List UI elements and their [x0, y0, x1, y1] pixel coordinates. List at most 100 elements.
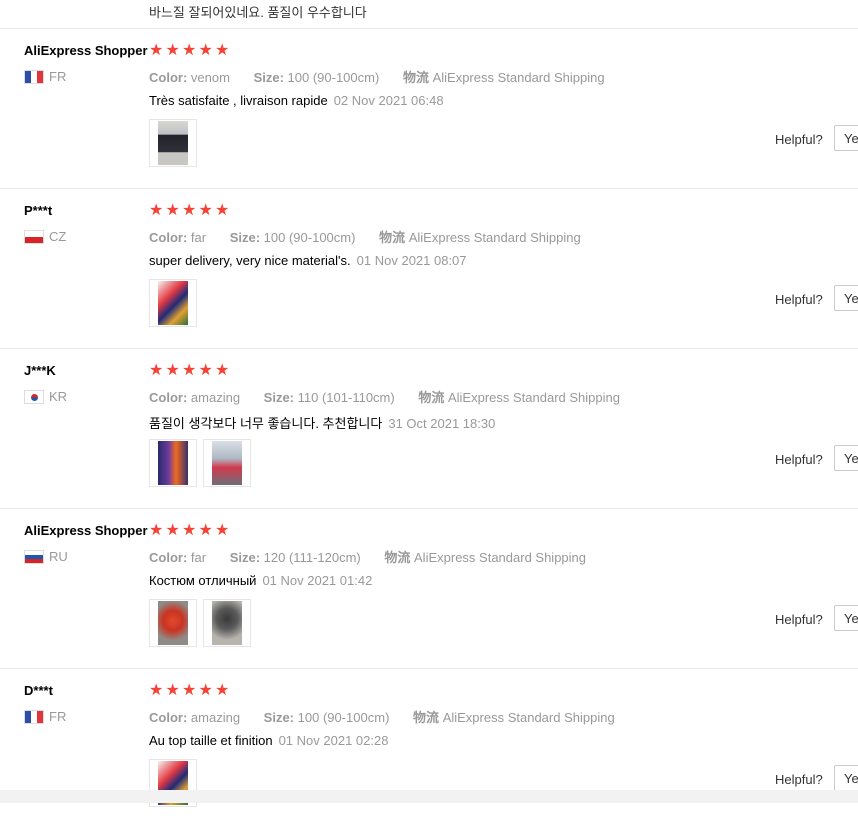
previous-review-text: 바느질 잘되어있네요. 품질이 우수합니다	[149, 5, 367, 20]
shipping-value: AliExpress Standard Shipping	[442, 710, 615, 725]
review-content: 품질이 생각보다 너무 좋습니다. 추천합니다 31 Oct 2021 18:30	[149, 413, 495, 432]
star-rating: ★ ★ ★ ★ ★	[149, 523, 232, 539]
review-photos	[149, 279, 203, 327]
shipping-value: AliExpress Standard Shipping	[408, 230, 581, 245]
review-photo-thumbnail[interactable]	[203, 599, 251, 647]
review-text: Костюм отличный	[149, 573, 257, 588]
review-content: Au top taille et finition 01 Nov 2021 02:…	[149, 733, 388, 748]
fr-flag-icon	[24, 69, 44, 84]
star-icon: ★	[165, 202, 180, 219]
review-text: 품질이 생각보다 너무 좋습니다. 추천합니다	[149, 416, 383, 431]
review-photos	[149, 439, 257, 487]
reviewer-name: AliExpress Shopper	[24, 43, 148, 58]
star-icon: ★	[215, 522, 230, 539]
review-item: J***K KR ★ ★ ★ ★ ★ Color: amazing Size: 110 …	[0, 349, 858, 509]
star-icon: ★	[182, 522, 197, 539]
star-icon: ★	[149, 202, 164, 219]
review-specs: Color: venom Size: 100 (90-100cm) 物流 Ali…	[149, 67, 605, 86]
photo-kids-costumes	[158, 441, 188, 485]
size-value: 110 (101-110cm)	[297, 390, 395, 405]
star-icon: ★	[165, 362, 180, 379]
reviewer-country: KR	[24, 389, 67, 404]
review-photo-thumbnail[interactable]	[149, 279, 197, 327]
star-rating: ★ ★ ★ ★ ★	[149, 683, 232, 699]
helpful-label: Helpful?	[775, 132, 823, 147]
review-specs: Color: far Size: 120 (111-120cm) 物流 AliE…	[149, 547, 586, 566]
review-photo-thumbnail[interactable]	[203, 439, 251, 487]
star-icon: ★	[215, 682, 230, 699]
color-value: amazing	[190, 710, 241, 725]
star-icon: ★	[182, 202, 197, 219]
star-icon: ★	[198, 42, 213, 59]
helpful-yes-button[interactable]: Yes	[834, 605, 858, 631]
review-date: 02 Nov 2021 06:48	[333, 93, 444, 108]
color-key: Color:	[149, 710, 188, 725]
size-key: Size:	[253, 70, 284, 85]
helpful-label: Helpful?	[775, 612, 823, 627]
star-icon: ★	[198, 522, 213, 539]
shipping-key: 物流	[418, 390, 445, 405]
star-icon: ★	[149, 682, 164, 699]
star-icon: ★	[215, 362, 230, 379]
color-value: venom	[190, 70, 230, 85]
review-specs: Color: far Size: 100 (90-100cm) 物流 AliEx…	[149, 227, 581, 246]
size-key: Size:	[229, 230, 261, 245]
photo-kid-outdoor	[212, 441, 242, 485]
helpful-yes-button[interactable]: Yes	[834, 445, 858, 471]
helpful-yes-button[interactable]: Yes	[834, 125, 858, 151]
star-icon: ★	[198, 202, 213, 219]
review-photos	[149, 119, 203, 167]
photo-kid-red-costume	[158, 281, 188, 325]
star-icon: ★	[182, 362, 197, 379]
country-code: FR	[49, 709, 67, 724]
reviewer-country: CZ	[24, 229, 66, 244]
color-value: far	[190, 550, 207, 565]
review-specs: Color: amazing Size: 100 (90-100cm) 物流 A…	[149, 707, 615, 726]
star-icon: ★	[165, 682, 180, 699]
country-code: RU	[49, 549, 68, 564]
reviewer-name: P***t	[24, 203, 53, 218]
helpful-yes-button[interactable]: Yes	[834, 285, 858, 311]
star-rating: ★ ★ ★ ★ ★	[149, 363, 232, 379]
review-item: AliExpress Shopper RU ★ ★ ★ ★ ★ Color: far S…	[0, 509, 858, 669]
size-value: 120 (111-120cm)	[263, 550, 361, 565]
review-content: Très satisfaite , livraison rapide 02 Nov…	[149, 93, 444, 108]
review-photo-thumbnail[interactable]	[149, 599, 197, 647]
size-value: 100 (90-100cm)	[287, 70, 380, 85]
helpful-label: Helpful?	[775, 772, 823, 787]
color-key: Color:	[149, 390, 188, 405]
shipping-key: 物流	[384, 550, 411, 565]
star-icon: ★	[215, 42, 230, 59]
fr-flag-icon	[24, 709, 44, 724]
size-value: 100 (90-100cm)	[297, 710, 390, 725]
review-photos	[149, 599, 257, 647]
star-icon: ★	[182, 682, 197, 699]
country-code: CZ	[49, 229, 67, 244]
star-icon: ★	[149, 522, 164, 539]
color-key: Color:	[149, 550, 188, 565]
reviewer-name: J***K	[24, 363, 56, 378]
size-key: Size:	[263, 390, 295, 405]
size-key: Size:	[263, 710, 295, 725]
review-photo-thumbnail[interactable]	[149, 439, 197, 487]
reviewer-country: FR	[24, 69, 66, 84]
size-value: 100 (90-100cm)	[263, 230, 356, 245]
reviewer-country: RU	[24, 549, 68, 564]
shipping-value: AliExpress Standard Shipping	[447, 390, 620, 405]
review-date: 01 Nov 2021 01:42	[262, 573, 373, 588]
star-icon: ★	[182, 42, 197, 59]
helpful-yes-button[interactable]: Yes	[834, 765, 858, 791]
photo-costume-red	[158, 601, 188, 645]
cz-flag-icon	[24, 229, 44, 244]
shipping-key: 物流	[379, 230, 406, 245]
star-rating: ★ ★ ★ ★ ★	[149, 203, 232, 219]
country-code: KR	[49, 389, 68, 404]
star-icon: ★	[165, 522, 180, 539]
photo-kid-black-costume	[158, 121, 188, 165]
review-photo-thumbnail[interactable]	[149, 119, 197, 167]
reviewer-name: D***t	[24, 683, 53, 698]
helpful-label: Helpful?	[775, 292, 823, 307]
reviewer-country: FR	[24, 709, 66, 724]
photo-costume-floor	[212, 601, 242, 645]
ru-flag-icon	[24, 549, 44, 564]
